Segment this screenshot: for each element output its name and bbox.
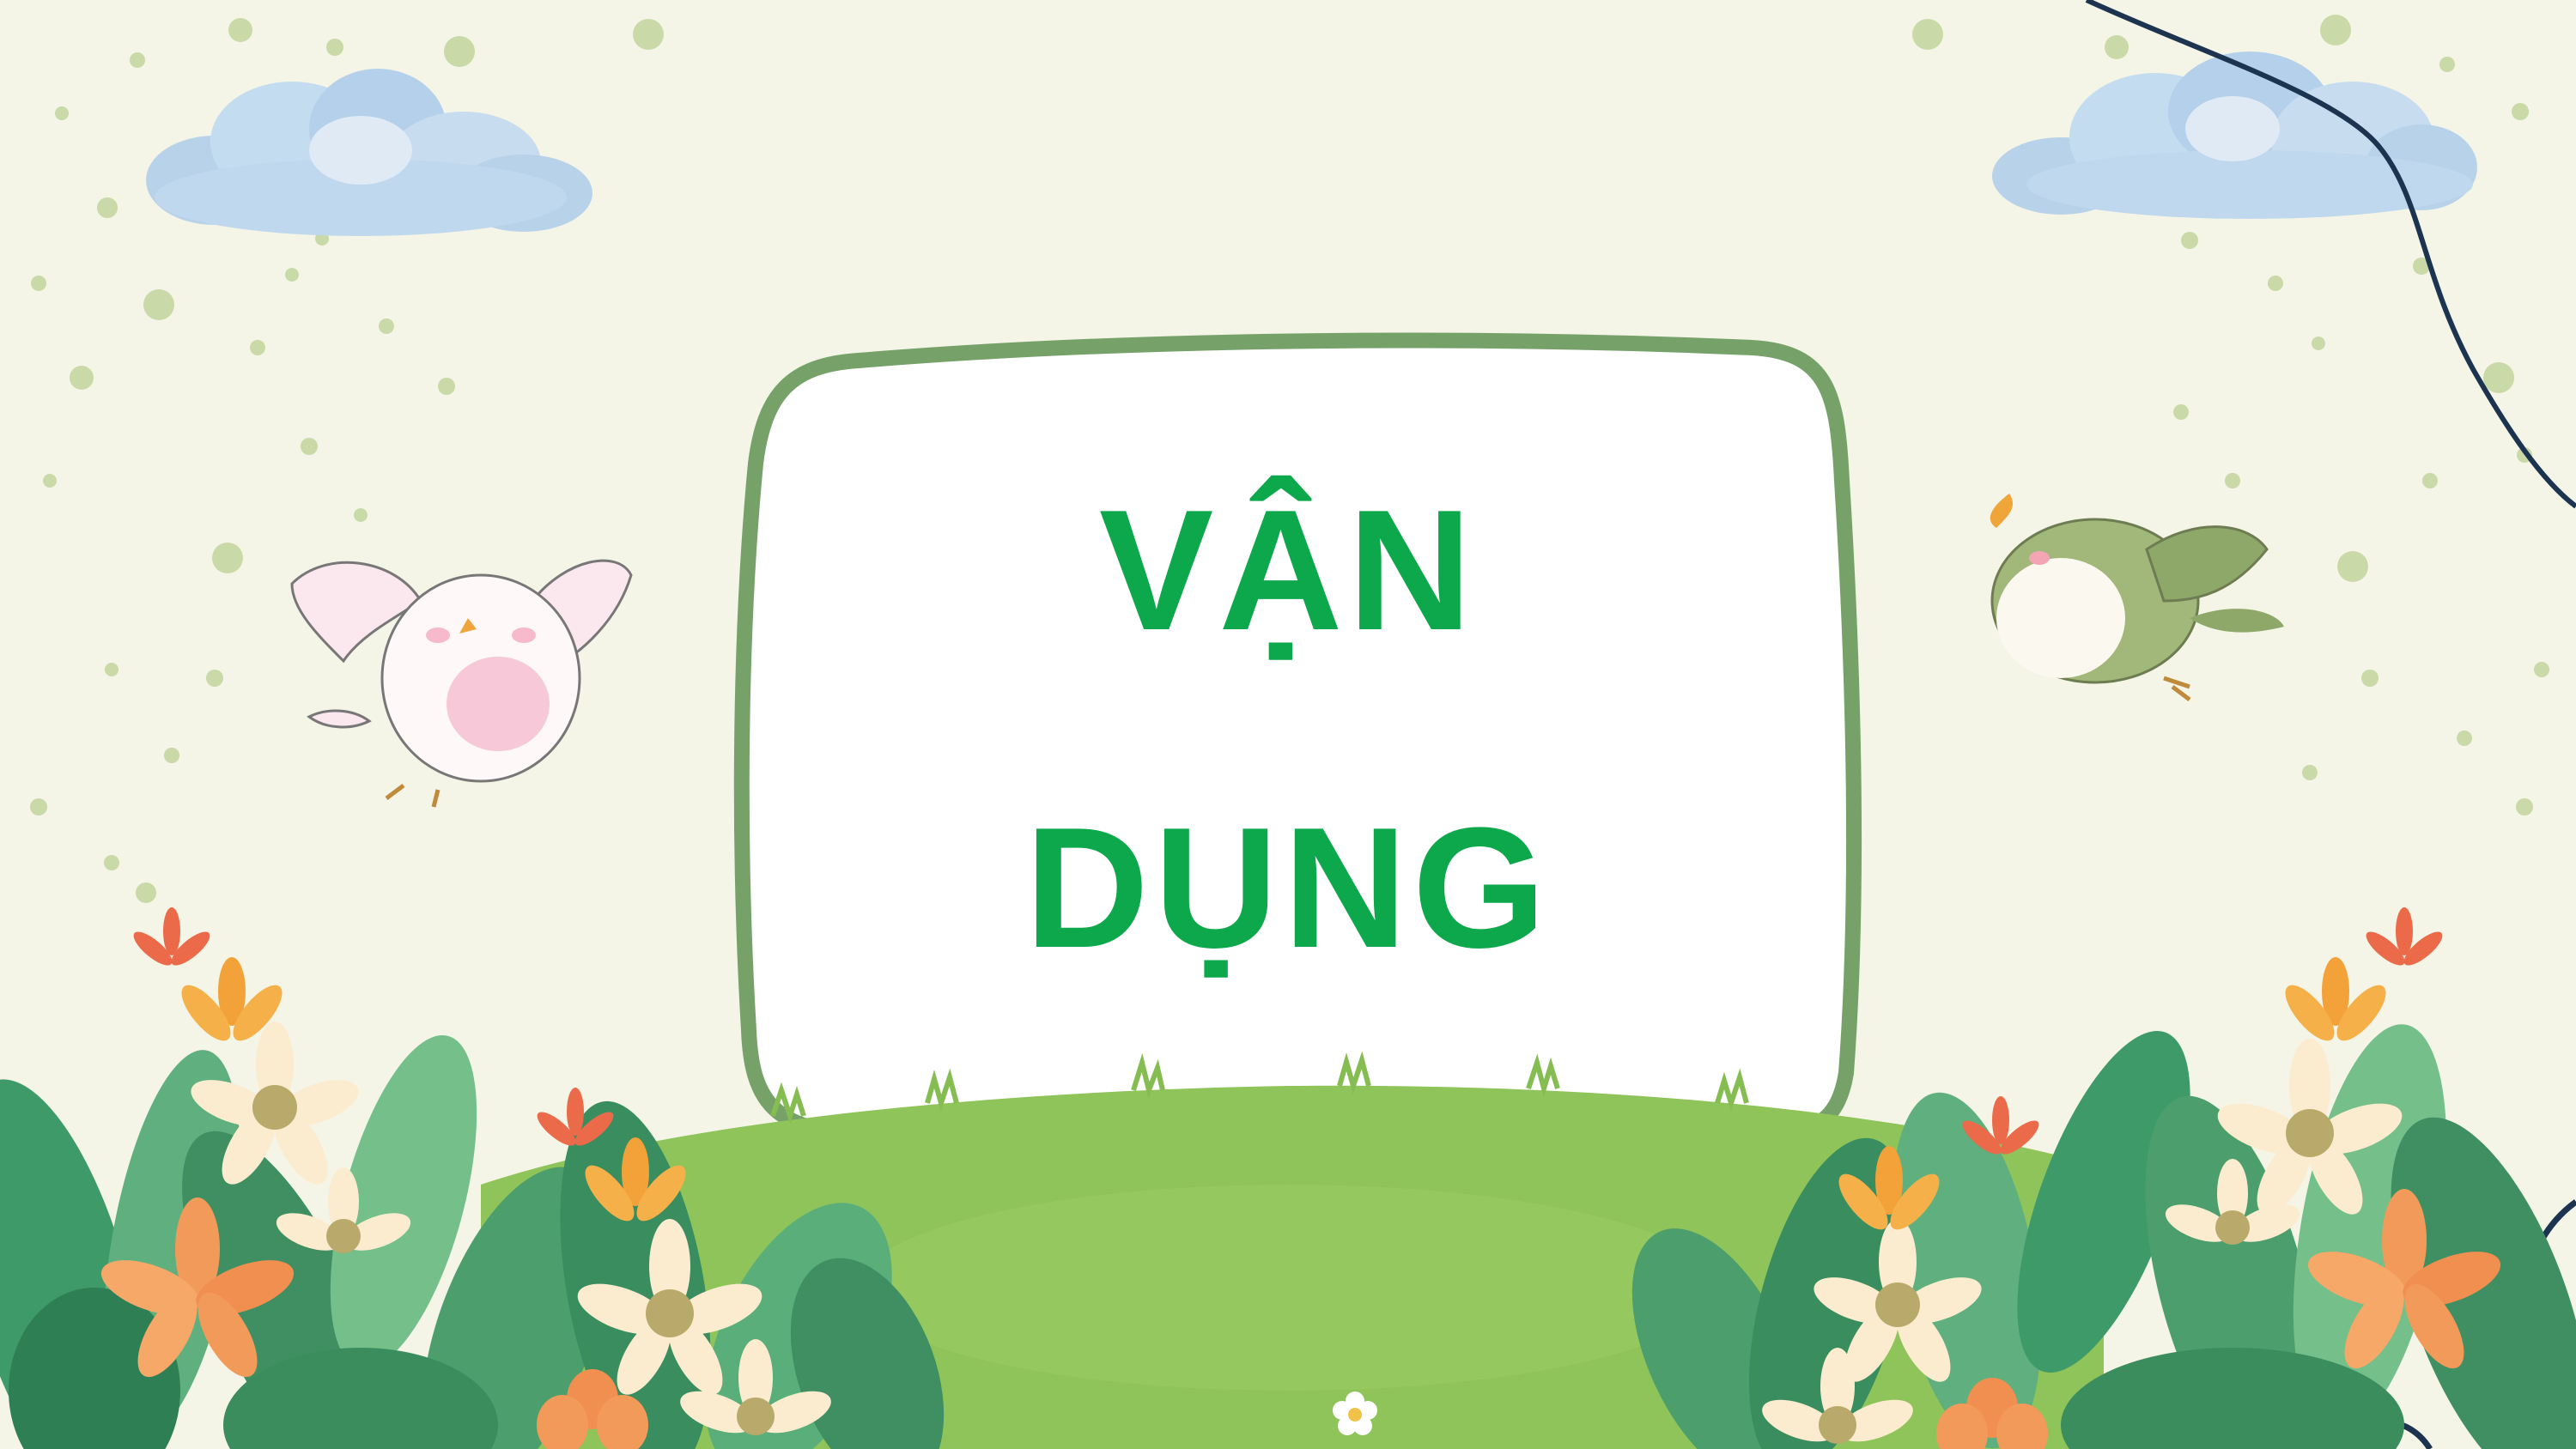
- title-line-2: DỤNG: [1024, 792, 1552, 984]
- green-bird-icon: [1990, 494, 2284, 701]
- cloud-icon-left: [146, 69, 592, 236]
- title-line-1: VẬN: [1098, 475, 1478, 666]
- slide-title: VẬN DỤNG: [756, 361, 1820, 1099]
- pink-bird-icon: [290, 559, 633, 808]
